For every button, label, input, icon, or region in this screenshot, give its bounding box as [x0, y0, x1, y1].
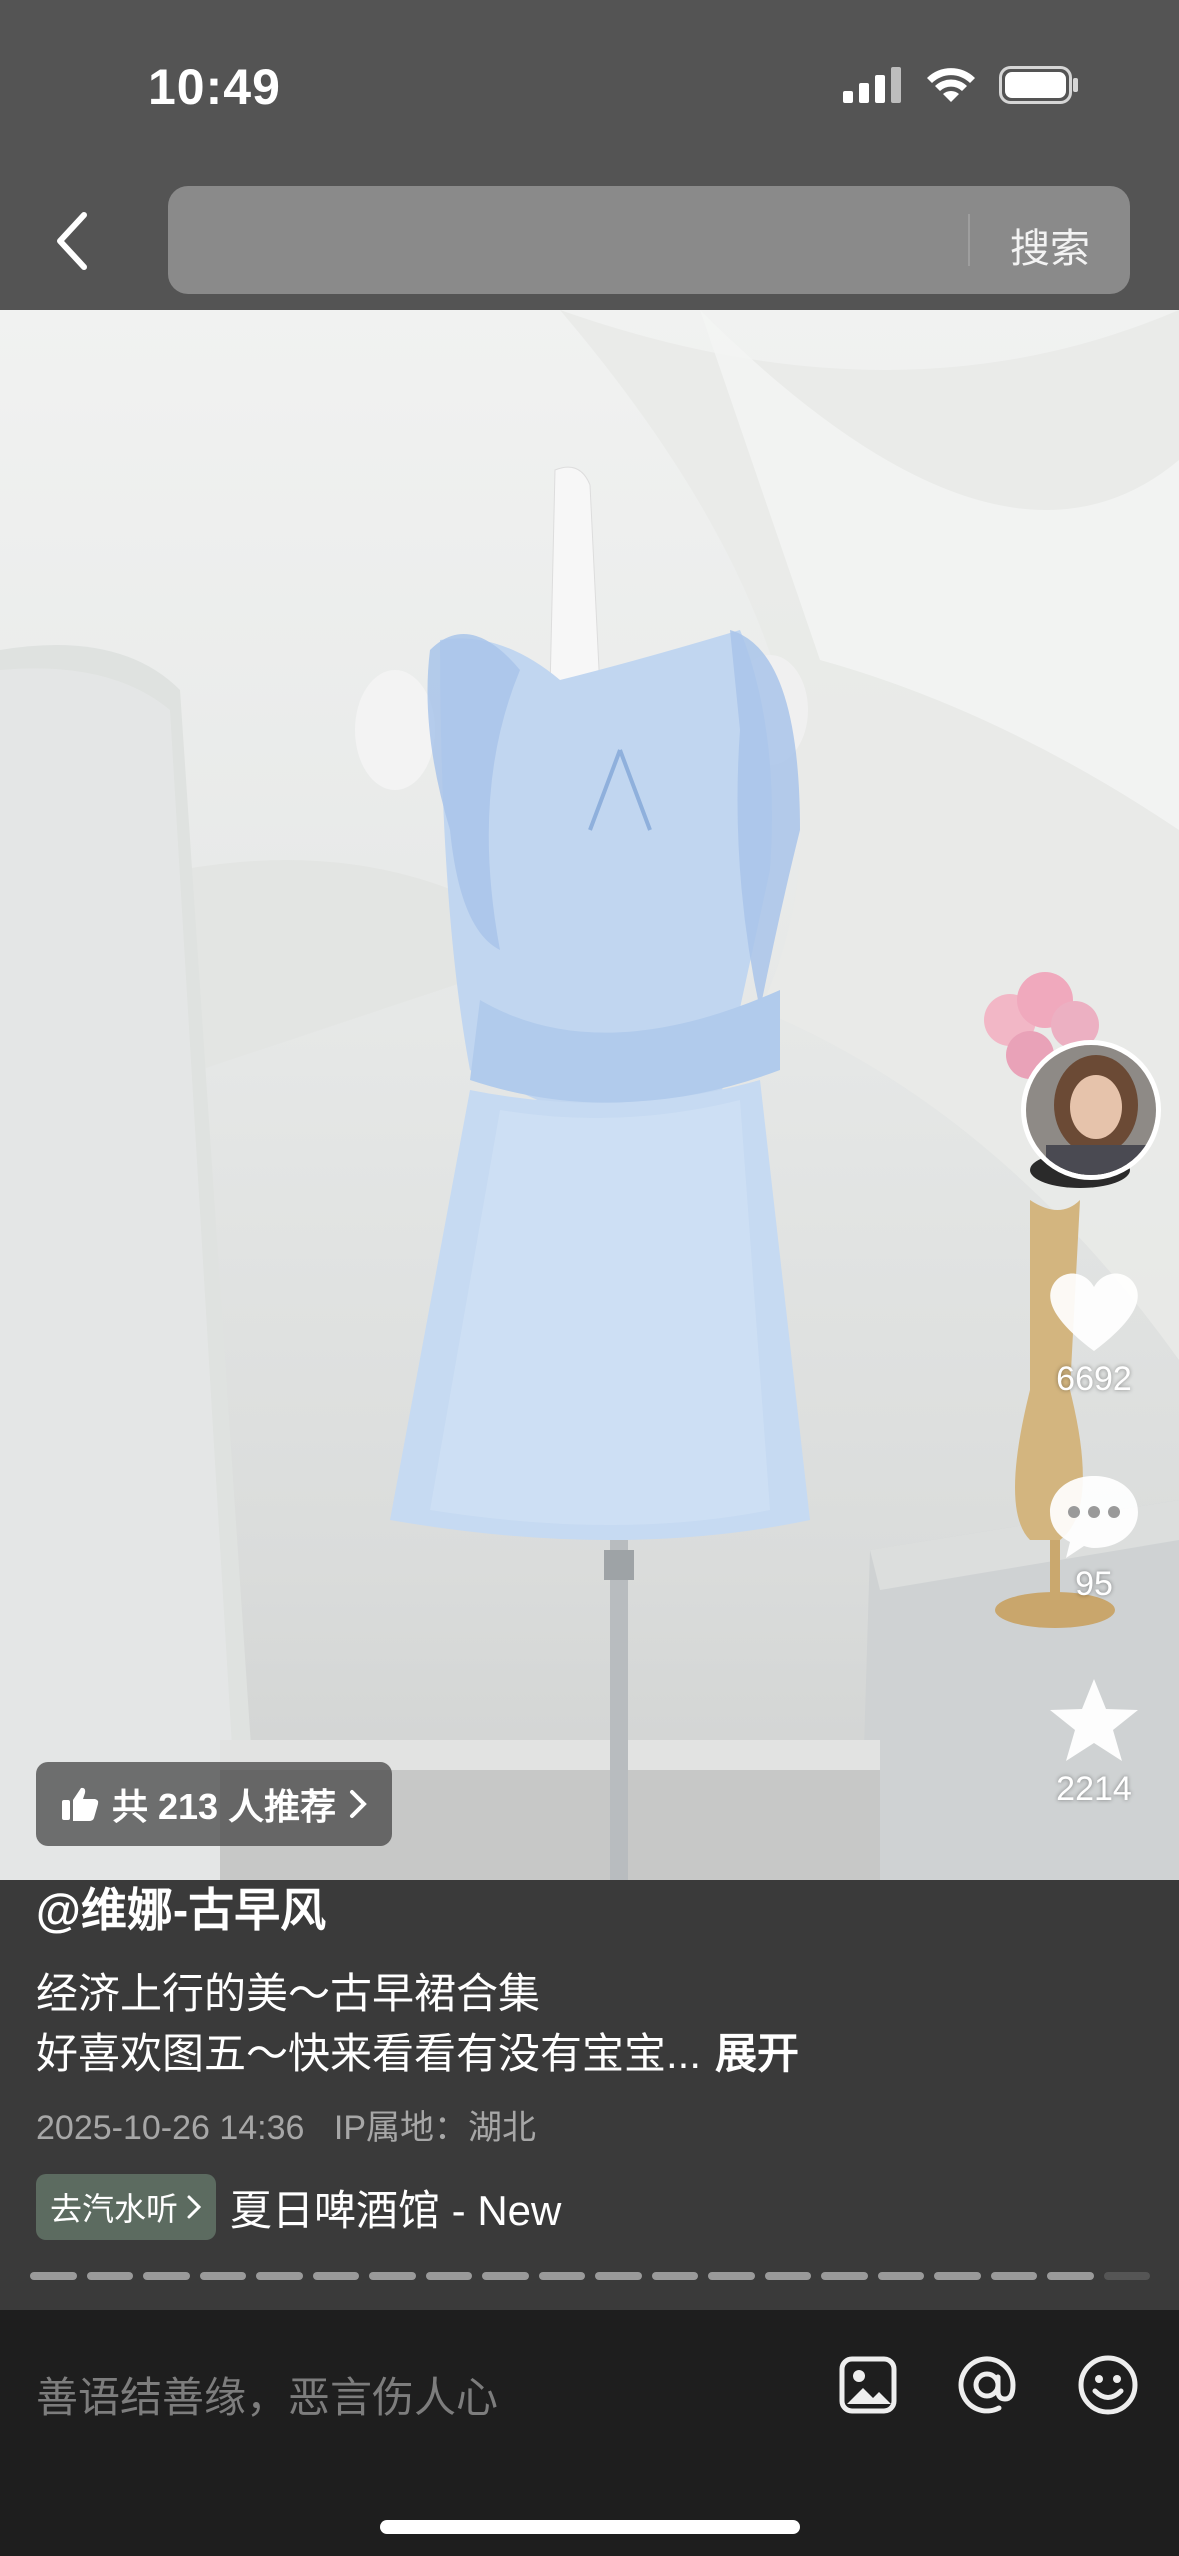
post-meta: 2025-10-26 14:36 IP属地：湖北 — [36, 2100, 536, 2149]
progress-segment — [1047, 2272, 1094, 2280]
search-header: 搜索 — [0, 170, 1179, 310]
favorite-count: 2214 — [1056, 1770, 1132, 1808]
home-indicator — [380, 2520, 800, 2534]
chevron-right-icon — [350, 1790, 367, 1818]
progress-segment — [934, 2272, 981, 2280]
wifi-icon — [927, 68, 975, 102]
author-name[interactable]: @维娜-古早风 — [36, 1874, 326, 1940]
progress-segment — [143, 2272, 190, 2280]
thumbs-up-icon — [62, 1787, 99, 1821]
like-button[interactable]: 6692 — [1009, 1265, 1179, 1399]
comment-button[interactable]: 95 — [1009, 1470, 1179, 1604]
progress-segment — [199, 2272, 246, 2280]
progress-segment — [764, 2272, 811, 2280]
progress-segment — [651, 2272, 698, 2280]
post-ip-location: IP属地：湖北 — [333, 2109, 537, 2147]
chevron-right-icon — [187, 2195, 202, 2219]
music-name: 夏日啤酒馆 - New — [230, 2186, 562, 2234]
music-row[interactable]: 去汽水听 夏日啤酒馆 - New — [36, 2174, 561, 2240]
recommend-badge[interactable]: 共 213 人推荐 — [36, 1762, 393, 1846]
post-caption: @维娜-古早风 经济上行的美～古早裙合集 好喜欢图五～快来看看有没有宝宝... 展… — [0, 1880, 1179, 2310]
comment-bar: 善语结善缘，恶言伤人心 — [0, 2310, 1179, 2556]
progress-segment — [312, 2272, 359, 2280]
like-count: 6692 — [1056, 1360, 1132, 1398]
progress-segment — [30, 2272, 77, 2280]
music-tag[interactable]: 去汽水听 — [36, 2174, 217, 2240]
emoji-icon[interactable] — [1077, 2354, 1139, 2416]
comment-input[interactable]: 善语结善缘，恶言伤人心 — [36, 2364, 498, 2425]
progress-segment — [538, 2272, 585, 2280]
dress-photo — [0, 310, 1179, 1880]
progress-segment — [425, 2272, 472, 2280]
post-image[interactable]: 共 213 人推荐 — [0, 310, 1179, 1880]
progress-segment — [256, 2272, 303, 2280]
progress-segment — [482, 2272, 529, 2280]
status-time: 10:49 — [148, 59, 281, 115]
heart-icon — [1050, 1273, 1138, 1351]
battery-icon — [999, 66, 1078, 104]
progress-segment — [1103, 2272, 1150, 2280]
star-icon — [1050, 1679, 1138, 1761]
at-mention-icon[interactable] — [957, 2355, 1017, 2415]
progress-segment — [877, 2272, 924, 2280]
progress-segment — [990, 2272, 1037, 2280]
image-icon[interactable] — [839, 2356, 897, 2414]
search-button[interactable]: 搜索 — [1010, 216, 1090, 274]
progress-segment — [708, 2272, 755, 2280]
back-button[interactable] — [44, 206, 100, 276]
image-progress — [30, 2272, 1150, 2280]
expand-button[interactable]: 展开 — [715, 2030, 799, 2077]
favorite-button[interactable]: 2214 — [1009, 1675, 1179, 1809]
status-icons — [843, 66, 1079, 104]
progress-segment — [595, 2272, 642, 2280]
author-avatar[interactable] — [1021, 1040, 1161, 1180]
comment-bubble-icon — [1050, 1476, 1138, 1558]
post-description: 好喜欢图五～快来看看有没有宝宝... 展开 — [36, 2020, 799, 2081]
post-title: 经济上行的美～古早裙合集 — [36, 1970, 541, 2017]
music-tag-label: 去汽水听 — [50, 2191, 179, 2227]
post-description-text: 好喜欢图五～快来看看有没有宝宝... — [36, 2030, 702, 2077]
recommend-label: 共 213 人推荐 — [112, 1786, 337, 1827]
chevron-left-icon — [57, 212, 87, 270]
progress-segment — [369, 2272, 416, 2280]
comment-tools — [839, 2354, 1139, 2416]
status-bar: 10:49 — [0, 0, 1179, 170]
comment-count: 95 — [1075, 1565, 1113, 1603]
search-divider — [968, 214, 970, 266]
cellular-signal-icon — [843, 67, 901, 103]
search-input[interactable]: 搜索 — [168, 186, 1130, 294]
progress-segment — [86, 2272, 133, 2280]
progress-segment — [821, 2272, 868, 2280]
post-date: 2025-10-26 14:36 — [36, 2109, 305, 2147]
